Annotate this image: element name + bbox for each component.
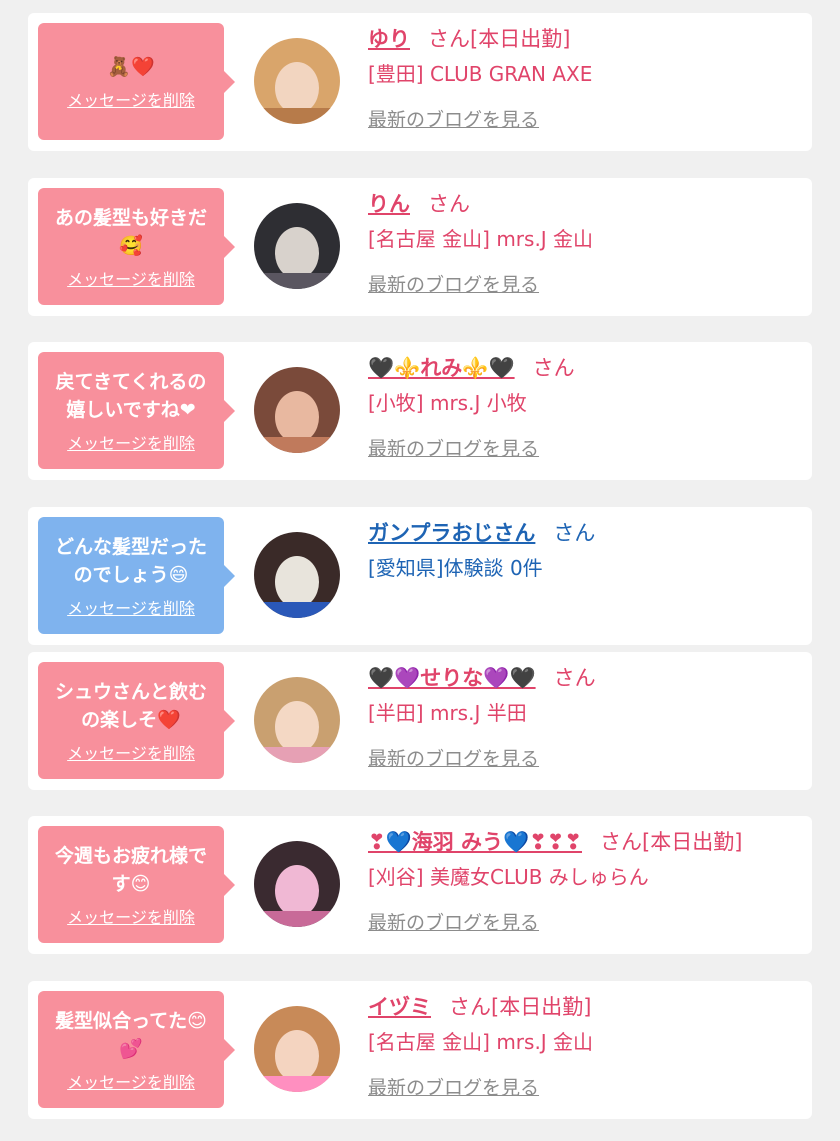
avatar[interactable] <box>254 203 340 289</box>
name-row: イヅミ さん[本日出勤] <box>368 991 802 1023</box>
message-bubble: 🧸❤️ メッセージを削除 <box>38 23 235 140</box>
message-card: 戻てきてくれるの 嬉しいですね❤ メッセージを削除 🖤⚜️れみ⚜️🖤 さん [小牧] m… <box>28 342 812 480</box>
latest-blog-link[interactable]: 最新のブログを見る <box>368 107 539 133</box>
delete-message-link[interactable]: メッセージを削除 <box>67 908 195 928</box>
profile-info: ガンプラおじさん さん [愛知県]体験談 0件 <box>368 517 802 583</box>
message-card: シュウさんと飲む の楽しそ❤️ メッセージを削除 🖤💜せりな💜🖤 さん [半田] mrs… <box>28 652 812 790</box>
message-text: 🧸❤️ <box>107 55 155 78</box>
shop-name: [名古屋 金山] mrs.J 金山 <box>368 1030 594 1054</box>
profile-info: 🖤⚜️れみ⚜️🖤 さん [小牧] mrs.J 小牧 最新のブログを見る <box>368 352 802 462</box>
delete-message-link[interactable]: メッセージを削除 <box>67 434 195 454</box>
name-suffix: さん[本日出勤] <box>600 830 743 854</box>
profile-name-link[interactable]: りん <box>368 192 410 216</box>
message-card: どんな髪型だった のでしょう😄 メッセージを削除 ガンプラおじさん さん [愛知県]体験… <box>28 507 812 645</box>
avatar[interactable] <box>254 38 340 124</box>
latest-blog-link[interactable]: 最新のブログを見る <box>368 1075 539 1101</box>
shop-name: [半田] mrs.J 半田 <box>368 701 527 725</box>
name-suffix: さん <box>532 356 575 380</box>
name-suffix: さん[本日出勤] <box>449 995 592 1019</box>
name-suffix: さん[本日出勤] <box>428 27 571 51</box>
shop-name: [名古屋 金山] mrs.J 金山 <box>368 227 594 251</box>
profile-name-link[interactable]: ガンプラおじさん <box>368 521 535 545</box>
delete-message-link[interactable]: メッセージを削除 <box>67 1073 195 1093</box>
message-card: 髪型似合ってた😊 💕 メッセージを削除 イヅミ さん[本日出勤] [名古屋 金山] mr… <box>28 981 812 1119</box>
profile-name-link[interactable]: ゆり <box>368 27 410 51</box>
message-card: 今週もお疲れ様で す😊 メッセージを削除 ❣💙海羽 みう💙❣❣❣ さん[本日出勤] [刈… <box>28 816 812 954</box>
profile-name-link[interactable]: ❣💙海羽 みう💙❣❣❣ <box>368 830 582 854</box>
message-bubble: あの髪型も好きだ 🥰 メッセージを削除 <box>38 188 235 305</box>
avatar[interactable] <box>254 367 340 453</box>
latest-blog-link[interactable]: 最新のブログを見る <box>368 910 539 936</box>
message-list: 🧸❤️ メッセージを削除 ゆり さん[本日出勤] [豊田] CLUB GRAN AXE 最… <box>0 0 840 1141</box>
shop-name: [愛知県]体験談 0件 <box>368 556 543 580</box>
avatar[interactable] <box>254 841 340 927</box>
message-text: あの髪型も好きだ 🥰 <box>54 206 207 257</box>
message-text: どんな髪型だった のでしょう😄 <box>54 535 207 586</box>
delete-message-link[interactable]: メッセージを削除 <box>67 744 195 764</box>
profile-info: ❣💙海羽 みう💙❣❣❣ さん[本日出勤] [刈谷] 美魔女CLUB みしゅらん 最新の… <box>368 826 802 936</box>
message-text: 髪型似合ってた😊 💕 <box>55 1009 207 1060</box>
message-bubble: 髪型似合ってた😊 💕 メッセージを削除 <box>38 991 235 1108</box>
profile-name-link[interactable]: イヅミ <box>368 995 431 1019</box>
avatar[interactable] <box>254 532 340 618</box>
name-row: 🖤💜せりな💜🖤 さん <box>368 662 802 694</box>
latest-blog-link[interactable]: 最新のブログを見る <box>368 746 539 772</box>
profile-info: ゆり さん[本日出勤] [豊田] CLUB GRAN AXE 最新のブログを見る <box>368 23 802 133</box>
message-bubble: 今週もお疲れ様で す😊 メッセージを削除 <box>38 826 235 943</box>
name-suffix: さん <box>553 666 596 690</box>
profile-info: イヅミ さん[本日出勤] [名古屋 金山] mrs.J 金山 最新のブログを見る <box>368 991 802 1101</box>
message-bubble: 戻てきてくれるの 嬉しいですね❤ メッセージを削除 <box>38 352 235 469</box>
message-card: あの髪型も好きだ 🥰 メッセージを削除 りん さん [名古屋 金山] mrs.J 金山最… <box>28 178 812 316</box>
profile-info: りん さん [名古屋 金山] mrs.J 金山 最新のブログを見る <box>368 188 802 298</box>
name-row: 🖤⚜️れみ⚜️🖤 さん <box>368 352 802 384</box>
name-row: ガンプラおじさん さん <box>368 517 802 549</box>
shop-name: [小牧] mrs.J 小牧 <box>368 391 527 415</box>
profile-name-link[interactable]: 🖤💜せりな💜🖤 <box>368 666 536 690</box>
message-text: 戻てきてくれるの 嬉しいですね❤ <box>55 370 207 421</box>
avatar[interactable] <box>254 677 340 763</box>
name-row: ❣💙海羽 みう💙❣❣❣ さん[本日出勤] <box>368 826 802 858</box>
profile-info: 🖤💜せりな💜🖤 さん [半田] mrs.J 半田 最新のブログを見る <box>368 662 802 772</box>
profile-name-link[interactable]: 🖤⚜️れみ⚜️🖤 <box>368 356 515 380</box>
latest-blog-link[interactable]: 最新のブログを見る <box>368 272 539 298</box>
message-text: 今週もお疲れ様で す😊 <box>54 844 207 895</box>
message-bubble: シュウさんと飲む の楽しそ❤️ メッセージを削除 <box>38 662 235 779</box>
avatar[interactable] <box>254 1006 340 1092</box>
name-row: りん さん <box>368 188 802 220</box>
delete-message-link[interactable]: メッセージを削除 <box>67 91 195 111</box>
shop-name: [豊田] CLUB GRAN AXE <box>368 62 593 86</box>
message-bubble: どんな髪型だった のでしょう😄 メッセージを削除 <box>38 517 235 634</box>
delete-message-link[interactable]: メッセージを削除 <box>67 270 195 290</box>
shop-name: [刈谷] 美魔女CLUB みしゅらん <box>368 865 649 889</box>
message-text: シュウさんと飲む の楽しそ❤️ <box>54 680 207 731</box>
name-suffix: さん <box>428 192 470 216</box>
latest-blog-link[interactable]: 最新のブログを見る <box>368 436 539 462</box>
message-card: 🧸❤️ メッセージを削除 ゆり さん[本日出勤] [豊田] CLUB GRAN AXE 最… <box>28 13 812 151</box>
delete-message-link[interactable]: メッセージを削除 <box>67 599 195 619</box>
name-suffix: さん <box>553 521 596 545</box>
name-row: ゆり さん[本日出勤] <box>368 23 802 55</box>
